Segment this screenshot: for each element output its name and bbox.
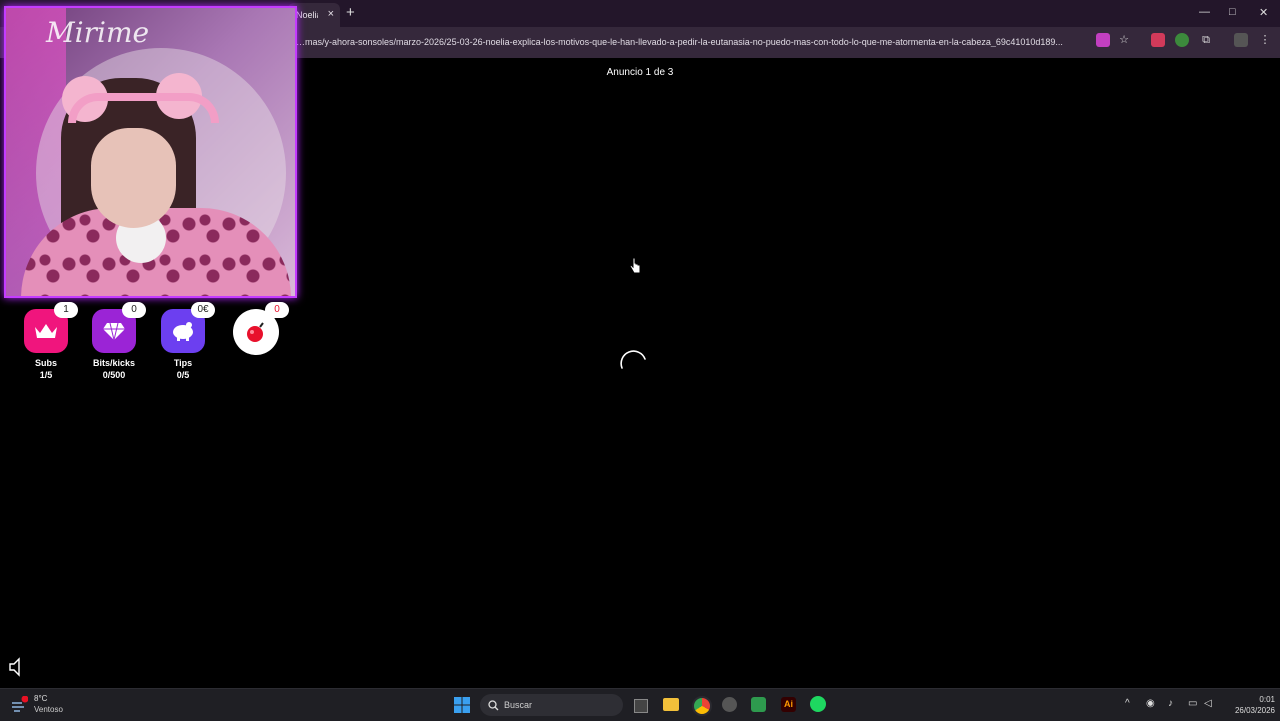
taskbar-search[interactable]: Buscar — [480, 694, 623, 716]
goal-subs: 1 Subs 1/5 — [16, 302, 78, 381]
browser-menu-icon[interactable]: ⋮ — [1258, 33, 1272, 47]
profile-avatar-icon[interactable] — [1234, 33, 1248, 47]
speaker-mute-icon[interactable] — [8, 657, 26, 677]
goal-tips: 0€ Tips 0/5 — [153, 302, 215, 381]
goal-count: 1 — [54, 302, 78, 318]
goal-progress: 1/5 — [39, 370, 53, 380]
maximize-button[interactable]: □ — [1229, 6, 1236, 18]
piggy-bank-icon: 0€ — [161, 302, 215, 353]
windows-taskbar: 8°C Ventoso Buscar Ai ^ ◉ ♪ ▭ ◁ 0:01 26/… — [0, 688, 1280, 721]
address-bar[interactable]: …mas/y-ahora-sonsoles/marzo-2026/25-03-2… — [296, 37, 1091, 47]
tab-title: Noelia — [296, 10, 318, 20]
show-hidden-icons-chevron-icon[interactable]: ^ — [1125, 698, 1130, 709]
cam-face — [91, 128, 176, 228]
minimize-button[interactable]: — — [1199, 6, 1210, 18]
weather-condition: Ventoso — [34, 705, 63, 714]
diamond-icon: 0 — [92, 302, 146, 353]
bomb-icon: 0 — [233, 302, 289, 355]
extension-red-icon[interactable] — [1151, 33, 1165, 47]
illustrator-icon[interactable]: Ai — [781, 697, 796, 712]
goal-count: 0 — [122, 302, 146, 318]
clock-time: 0:01 — [1259, 695, 1275, 704]
loading-spinner-icon — [620, 350, 646, 369]
tab-close-icon[interactable]: × — [328, 8, 334, 20]
goal-label: Subs — [34, 358, 57, 368]
taskbar-clock[interactable]: 0:01 26/03/2026 — [1220, 694, 1275, 716]
goal-count: 0 — [265, 302, 289, 318]
search-icon — [488, 700, 499, 711]
goal-label: Tips — [173, 358, 193, 368]
display-tray-icon[interactable]: ▭ — [1188, 698, 1197, 709]
cast-icon[interactable] — [1096, 33, 1110, 47]
streamer-webcam: Mirime — [4, 6, 297, 298]
file-explorer-icon[interactable] — [663, 698, 679, 711]
chat-app-icon[interactable] — [751, 697, 766, 712]
goal-bits: 0 Bits/kicks 0/500 — [84, 302, 146, 381]
clock-date: 26/03/2026 — [1234, 706, 1275, 715]
volume-tray-icon[interactable]: ◁ — [1204, 698, 1212, 709]
goal-bomb: 0 — [226, 302, 289, 355]
goal-progress: 0/500 — [102, 370, 126, 380]
hand-cursor-icon — [629, 257, 641, 274]
extension-green-icon[interactable] — [1175, 33, 1189, 47]
windows-start-icon[interactable] — [454, 697, 470, 713]
crown-icon: 1 — [24, 302, 78, 353]
chrome-icon[interactable] — [692, 696, 712, 716]
goal-label: Bits/kicks — [92, 358, 136, 368]
obs-icon[interactable] — [722, 697, 737, 712]
microphone-tray-icon[interactable]: ♪ — [1168, 698, 1173, 709]
neon-sign-text: Mirime — [46, 16, 150, 49]
ad-counter-label: Anuncio 1 de 3 — [606, 67, 674, 78]
spotify-icon[interactable] — [810, 696, 826, 712]
headphone-band — [68, 93, 219, 123]
search-placeholder: Buscar — [504, 700, 533, 710]
close-window-button[interactable]: ✕ — [1259, 6, 1268, 19]
network-tray-icon[interactable]: ◉ — [1146, 698, 1155, 709]
bookmark-star-icon[interactable]: ☆ — [1117, 33, 1131, 47]
weather-temp: 8°C — [34, 694, 48, 703]
goal-count: 0€ — [191, 302, 215, 318]
extensions-puzzle-icon[interactable]: ⧉ — [1199, 33, 1213, 47]
wind-icon — [12, 696, 28, 712]
goal-progress: 0/5 — [176, 370, 190, 380]
task-view-icon[interactable] — [634, 699, 648, 713]
new-tab-button[interactable]: + — [346, 4, 355, 21]
